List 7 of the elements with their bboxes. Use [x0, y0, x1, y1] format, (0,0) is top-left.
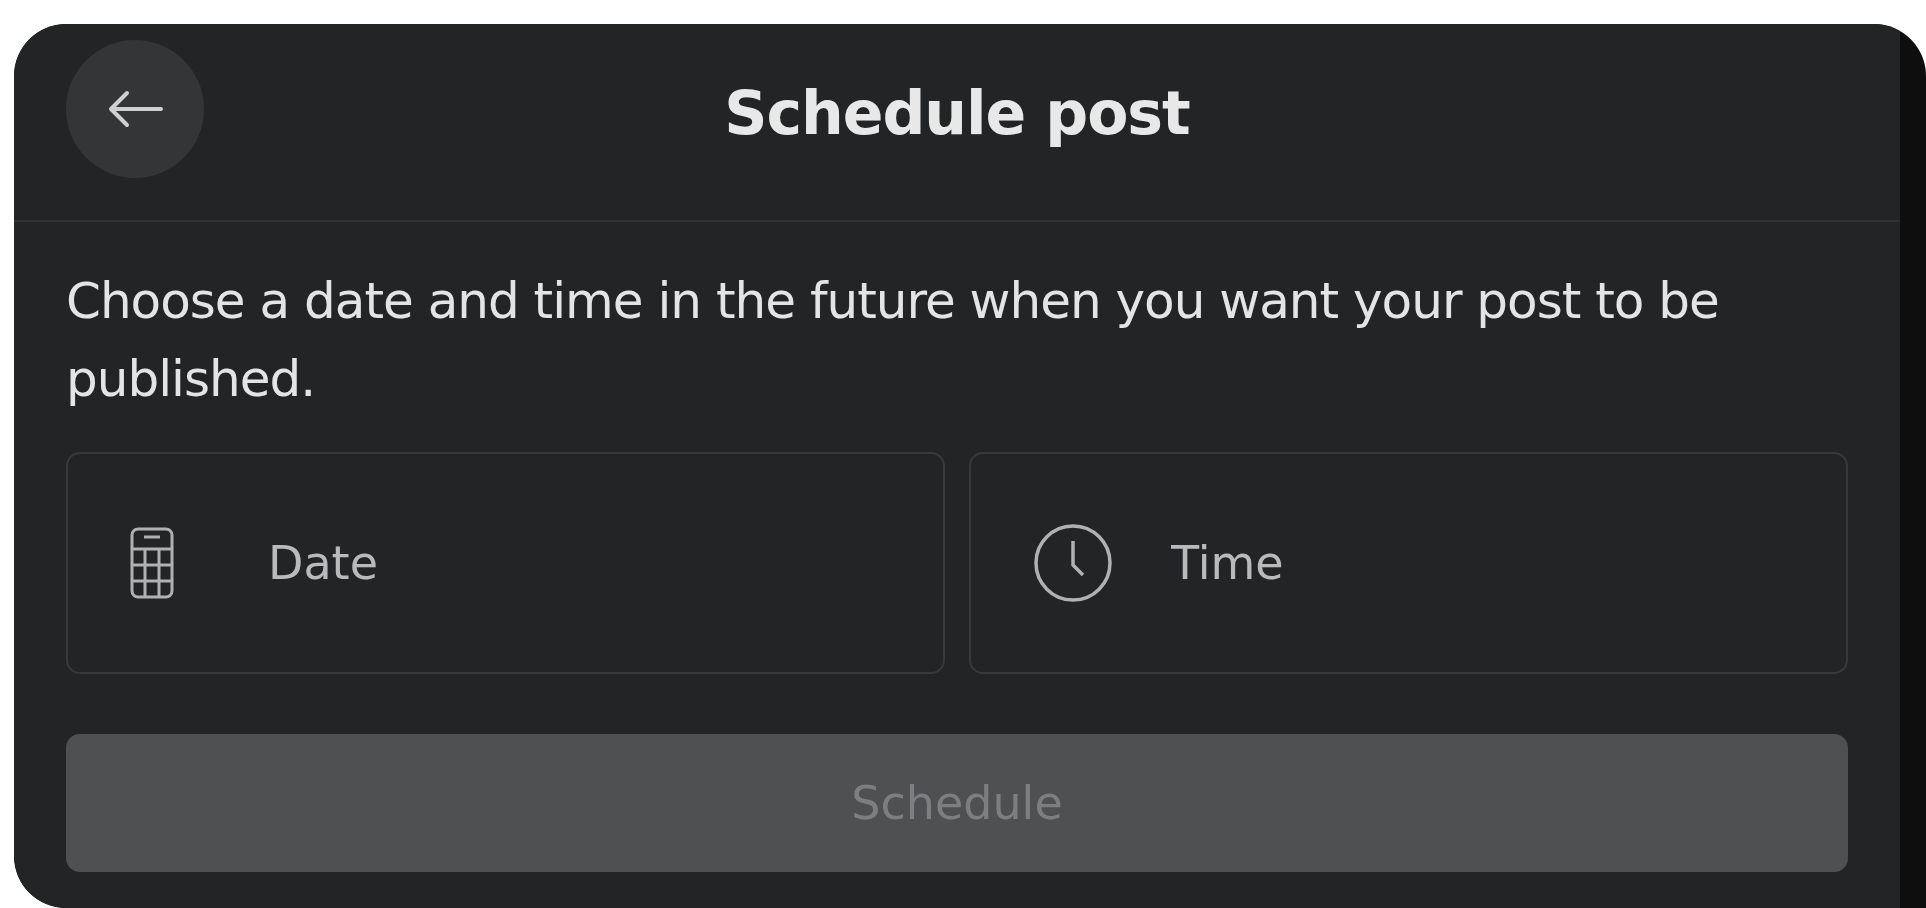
time-field[interactable]: Time: [969, 452, 1848, 674]
calendar-icon: [130, 527, 174, 599]
description-text: Choose a date and time in the future when you want your post to be published.: [66, 271, 1720, 410]
clock-icon: [1033, 523, 1113, 603]
date-field[interactable]: Date: [66, 452, 945, 674]
back-arrow-icon: [107, 89, 163, 129]
dialog-title: Schedule post: [724, 78, 1190, 148]
